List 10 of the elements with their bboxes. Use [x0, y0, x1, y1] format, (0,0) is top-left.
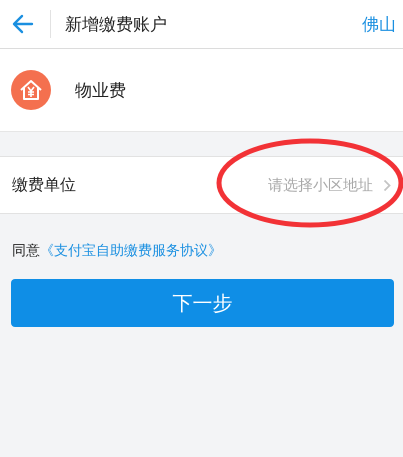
- agreement-link[interactable]: 《支付宝自助缴费服务协议》: [40, 242, 222, 260]
- city-selector[interactable]: 佛山: [362, 12, 396, 36]
- next-button[interactable]: 下一步: [11, 279, 394, 327]
- house-yuan-icon: [11, 70, 51, 110]
- unit-picker[interactable]: 缴费单位 请选择小区地址: [0, 156, 403, 214]
- back-arrow-icon[interactable]: [12, 14, 34, 34]
- chevron-right-icon: [383, 178, 391, 192]
- agreement-text: 同意: [12, 242, 40, 260]
- category-label: 物业费: [75, 80, 126, 102]
- page-title: 新增缴费账户: [65, 14, 168, 36]
